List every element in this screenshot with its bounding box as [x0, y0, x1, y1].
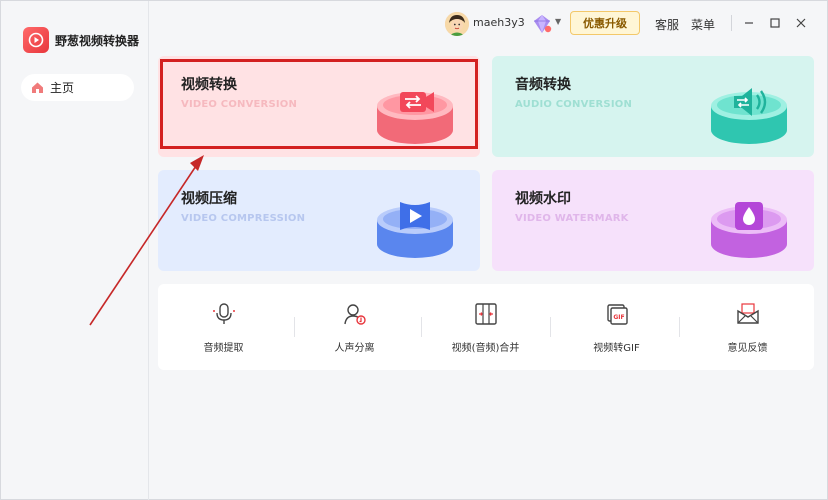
- tool-divider: [679, 317, 680, 337]
- tool-video-to-gif[interactable]: GIF 视频转GIF: [551, 284, 682, 370]
- feedback-icon: [737, 303, 759, 324]
- watermark-icon: [711, 202, 787, 258]
- tool-label: 视频转GIF: [593, 343, 640, 354]
- highlight-box: [160, 59, 478, 149]
- card-title: 视频水印: [515, 191, 571, 207]
- audio-conversion-card[interactable]: 音频转换 AUDIO CONVERSION: [492, 56, 814, 157]
- home-icon: [32, 82, 43, 93]
- voice-separation-icon: [344, 304, 366, 325]
- tool-merge[interactable]: 视频(音频)合并: [420, 284, 551, 370]
- video-compression-card[interactable]: 视频压缩 VIDEO COMPRESSION: [158, 170, 480, 271]
- compress-icon: [377, 202, 453, 258]
- avatar[interactable]: [445, 12, 469, 36]
- tool-voice-separation[interactable]: 人声分离: [289, 284, 420, 370]
- sidebar-item-label: 主页: [50, 81, 75, 95]
- svg-text:GIF: GIF: [613, 314, 624, 321]
- card-title: 视频压缩: [181, 191, 237, 207]
- app-title: 野葱视频转换器: [55, 34, 140, 48]
- tool-audio-extract[interactable]: 音频提取: [158, 284, 289, 370]
- menu-link[interactable]: 菜单: [691, 16, 715, 33]
- tool-feedback[interactable]: 意见反馈: [682, 284, 813, 370]
- merge-icon: [475, 303, 497, 325]
- card-subtitle: AUDIO CONVERSION: [515, 99, 633, 110]
- tool-label: 视频(音频)合并: [451, 343, 520, 354]
- app-logo-icon: [23, 27, 49, 53]
- card-subtitle: VIDEO COMPRESSION: [181, 213, 306, 224]
- video-watermark-card[interactable]: 视频水印 VIDEO WATERMARK: [492, 170, 814, 271]
- sidebar-item-home[interactable]: 主页: [21, 74, 134, 101]
- app-window: 野葱视频转换器 主页 maeh3y3 ▼ 优惠升级 客服 菜单 视频转换 VID…: [0, 0, 828, 500]
- gif-icon: GIF: [607, 304, 628, 325]
- promo-upgrade-button[interactable]: 优惠升级: [570, 11, 640, 35]
- card-subtitle: VIDEO WATERMARK: [515, 213, 629, 224]
- microphone-icon: [213, 303, 235, 324]
- service-link[interactable]: 客服: [655, 16, 679, 33]
- tool-label: 人声分离: [334, 343, 375, 354]
- tools-panel: 音频提取 人声分离 视频(音频)合并 GIF 视频转GIF 意见反馈: [158, 284, 814, 370]
- audio-icon: [711, 88, 787, 144]
- sidebar: 野葱视频转换器 主页: [1, 1, 149, 500]
- chevron-down-icon[interactable]: ▼: [555, 17, 561, 26]
- tool-label: 音频提取: [203, 343, 244, 354]
- minimize-icon[interactable]: [739, 13, 759, 33]
- close-icon[interactable]: [791, 13, 811, 33]
- tool-label: 意见反馈: [727, 343, 768, 354]
- vip-diamond-icon[interactable]: [531, 13, 553, 35]
- username[interactable]: maeh3y3: [473, 16, 525, 29]
- maximize-icon[interactable]: [765, 13, 785, 33]
- titlebar-divider: [731, 15, 732, 31]
- card-title: 音频转换: [515, 77, 571, 93]
